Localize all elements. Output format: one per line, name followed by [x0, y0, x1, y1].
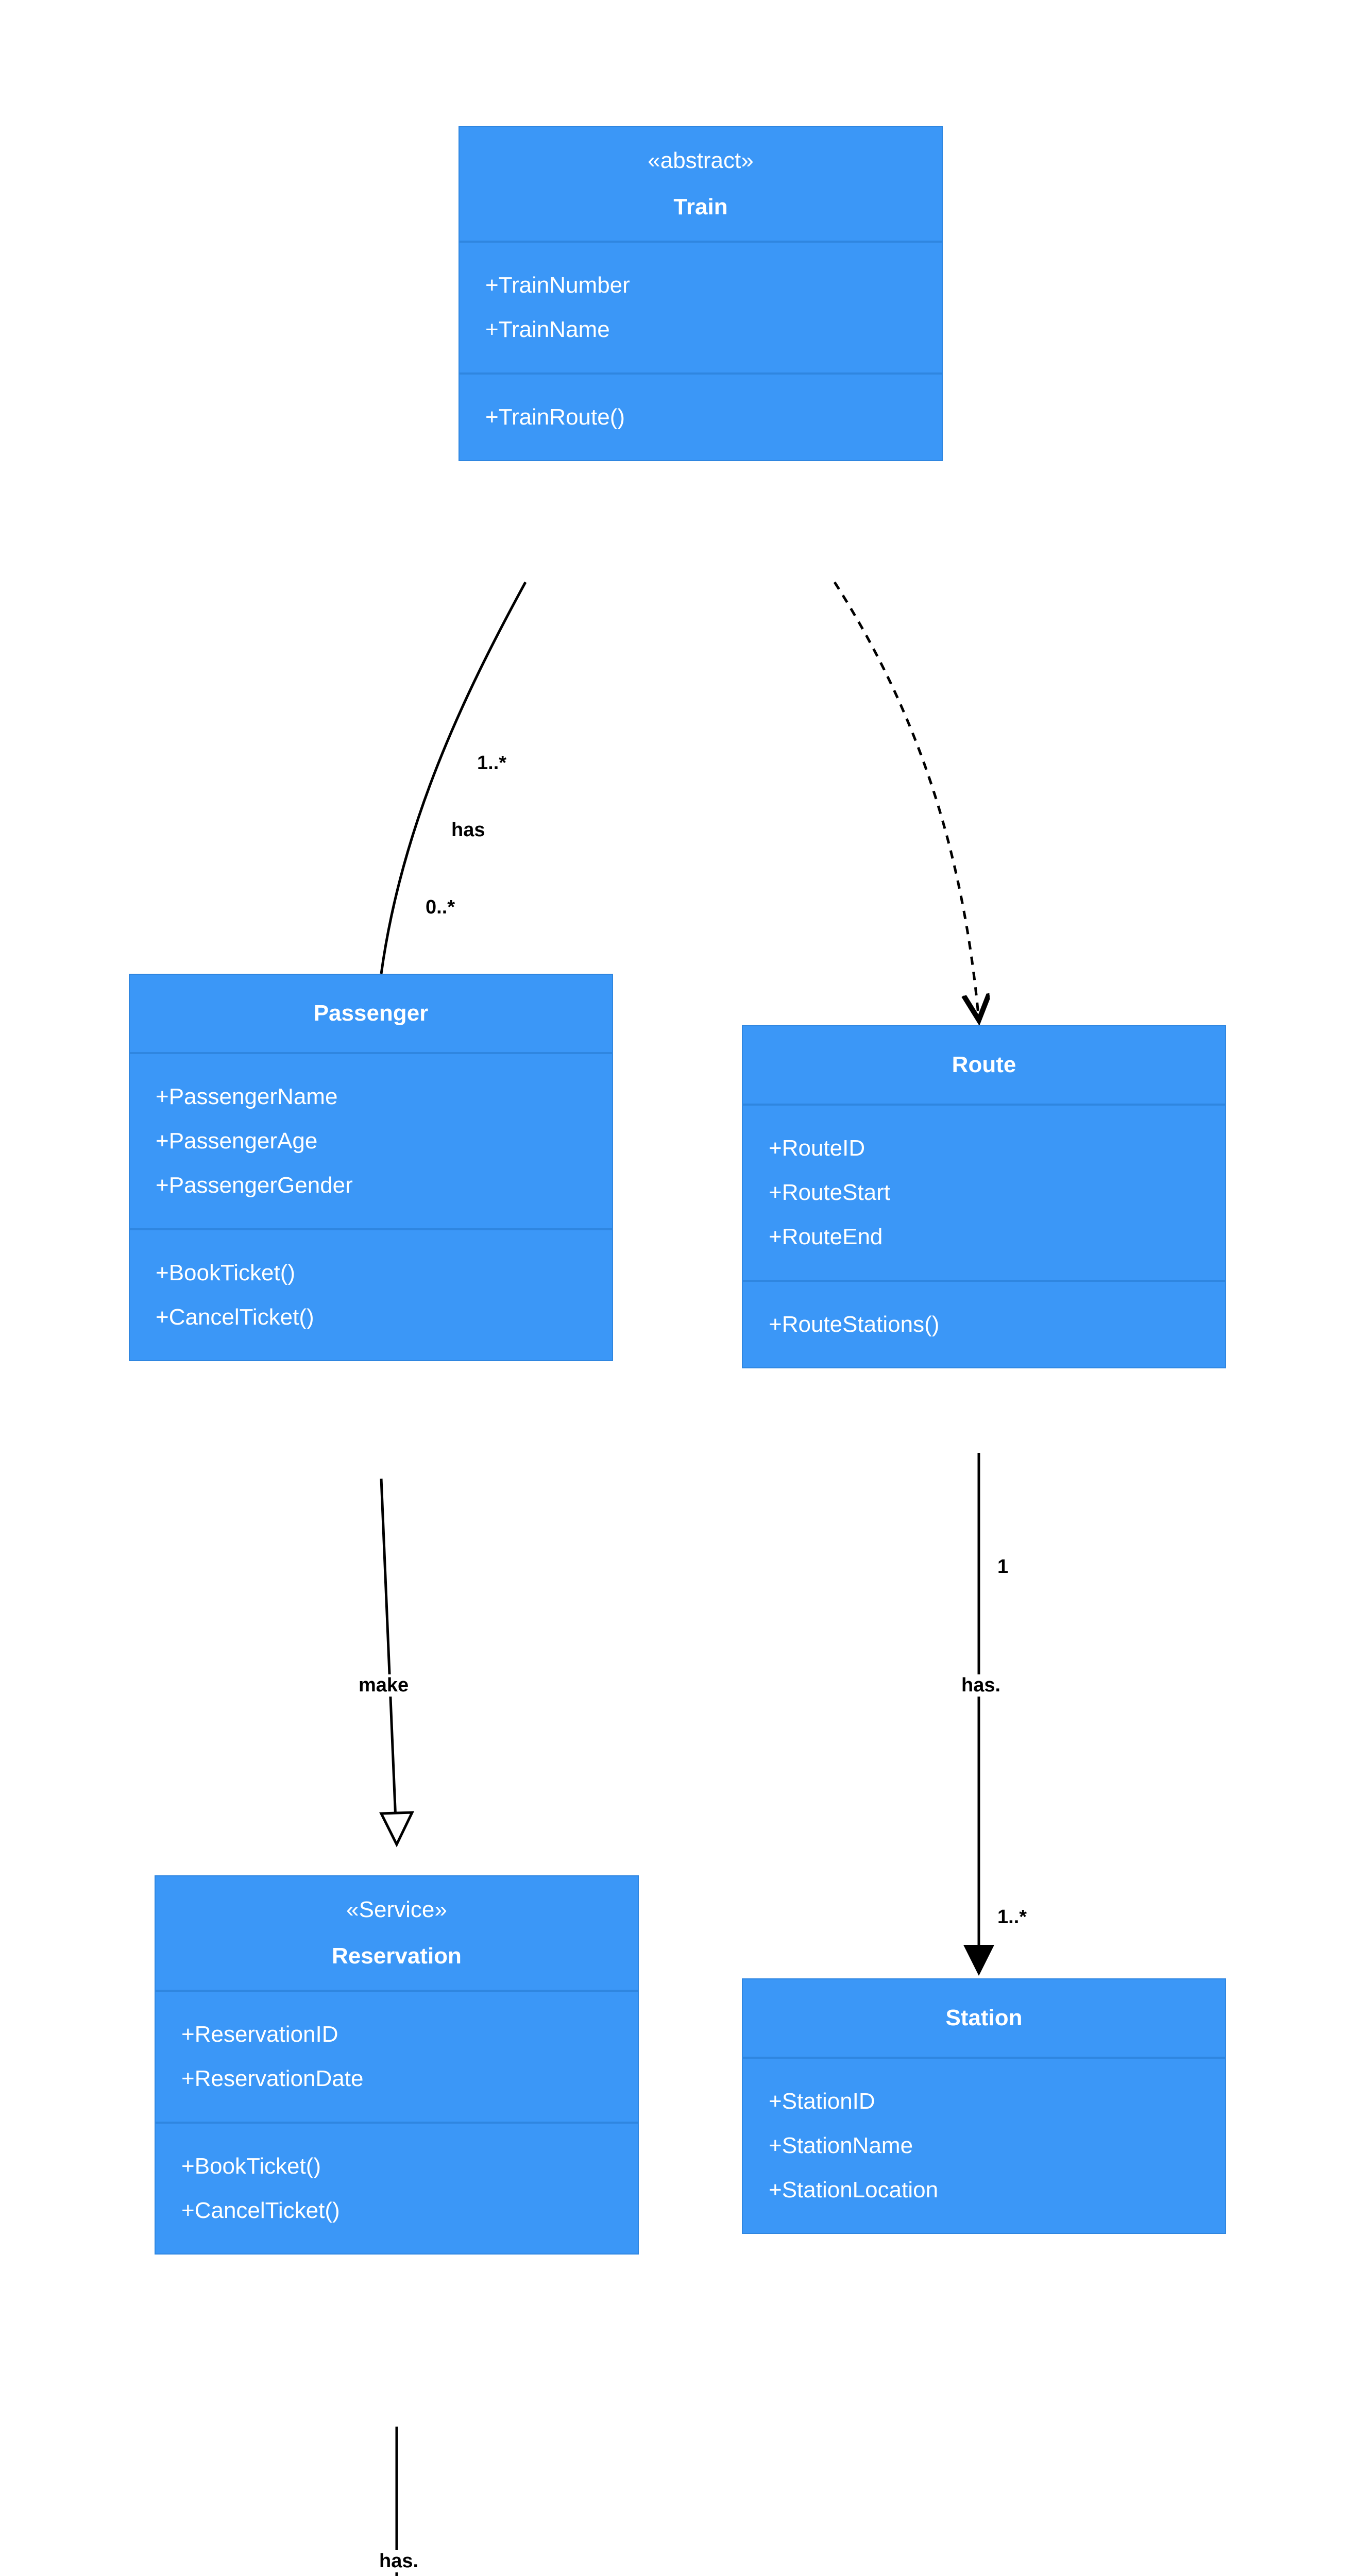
class-station-attrs: +StationID +StationName +StationLocation: [743, 2059, 1225, 2233]
class-train: «abstract» Train +TrainNumber +TrainName…: [459, 126, 943, 461]
class-route-name: Route: [952, 1052, 1016, 1077]
class-station-title: Station: [743, 1979, 1225, 2059]
class-passenger-title: Passenger: [130, 975, 612, 1054]
attr-row: +RouteID: [769, 1126, 1199, 1171]
method-row: +CancelTicket(): [156, 1295, 586, 1340]
attr-row: +TrainNumber: [485, 263, 916, 308]
attr-row: +StationLocation: [769, 2168, 1199, 2212]
edge-train-passenger-mult-a: 1..*: [474, 752, 510, 774]
class-train-title: «abstract» Train: [460, 127, 942, 243]
class-passenger-name: Passenger: [314, 1001, 429, 1026]
class-passenger: Passenger +PassengerName +PassengerAge +…: [129, 974, 613, 1361]
attr-row: +ReservationID: [181, 2012, 612, 2057]
attr-row: +RouteStart: [769, 1171, 1199, 1215]
diagram-canvas: «abstract» Train +TrainNumber +TrainName…: [0, 0, 1358, 2576]
method-row: +TrainRoute(): [485, 395, 916, 439]
method-row: +BookTicket(): [156, 1251, 586, 1295]
class-station: Station +StationID +StationName +Station…: [742, 1978, 1226, 2234]
class-reservation: «Service» Reservation +ReservationID +Re…: [155, 1875, 639, 2255]
class-train-stereotype: «abstract»: [480, 148, 921, 174]
class-train-name: Train: [673, 194, 727, 219]
class-reservation-methods: +BookTicket() +CancelTicket(): [156, 2124, 638, 2253]
attr-row: +StationName: [769, 2124, 1199, 2168]
class-route: Route +RouteID +RouteStart +RouteEnd +Ro…: [742, 1025, 1226, 1368]
class-reservation-stereotype: «Service»: [176, 1897, 617, 1923]
edge-reservation-ticket-label: has.: [376, 2550, 421, 2572]
class-train-attrs: +TrainNumber +TrainName: [460, 243, 942, 375]
edge-train-passenger-label: has: [448, 819, 488, 841]
attr-row: +TrainName: [485, 308, 916, 352]
attr-row: +RouteEnd: [769, 1215, 1199, 1259]
attr-row: +PassengerAge: [156, 1119, 586, 1163]
attr-row: +StationID: [769, 2079, 1199, 2124]
edge-route-station-label: has.: [958, 1674, 1004, 1697]
edge-train-passenger-mult-b: 0..*: [422, 896, 458, 919]
method-row: +BookTicket(): [181, 2144, 612, 2189]
class-passenger-attrs: +PassengerName +PassengerAge +PassengerG…: [130, 1054, 612, 1230]
class-route-attrs: +RouteID +RouteStart +RouteEnd: [743, 1106, 1225, 1282]
method-row: +RouteStations(): [769, 1302, 1199, 1347]
class-train-methods: +TrainRoute(): [460, 375, 942, 460]
edge-route-station-mult-b: 1..*: [994, 1906, 1030, 1928]
attr-row: +PassengerName: [156, 1075, 586, 1119]
class-reservation-attrs: +ReservationID +ReservationDate: [156, 1992, 638, 2124]
edge-route-station-mult-a: 1: [994, 1556, 1011, 1578]
class-reservation-title: «Service» Reservation: [156, 1876, 638, 1992]
class-reservation-name: Reservation: [332, 1943, 462, 1969]
edge-passenger-reservation-label: make: [355, 1674, 412, 1697]
class-route-title: Route: [743, 1026, 1225, 1106]
class-passenger-methods: +BookTicket() +CancelTicket(): [130, 1230, 612, 1360]
class-station-name: Station: [945, 2005, 1022, 2030]
method-row: +CancelTicket(): [181, 2189, 612, 2233]
class-route-methods: +RouteStations(): [743, 1282, 1225, 1367]
attr-row: +PassengerGender: [156, 1163, 586, 1208]
attr-row: +ReservationDate: [181, 2057, 612, 2101]
